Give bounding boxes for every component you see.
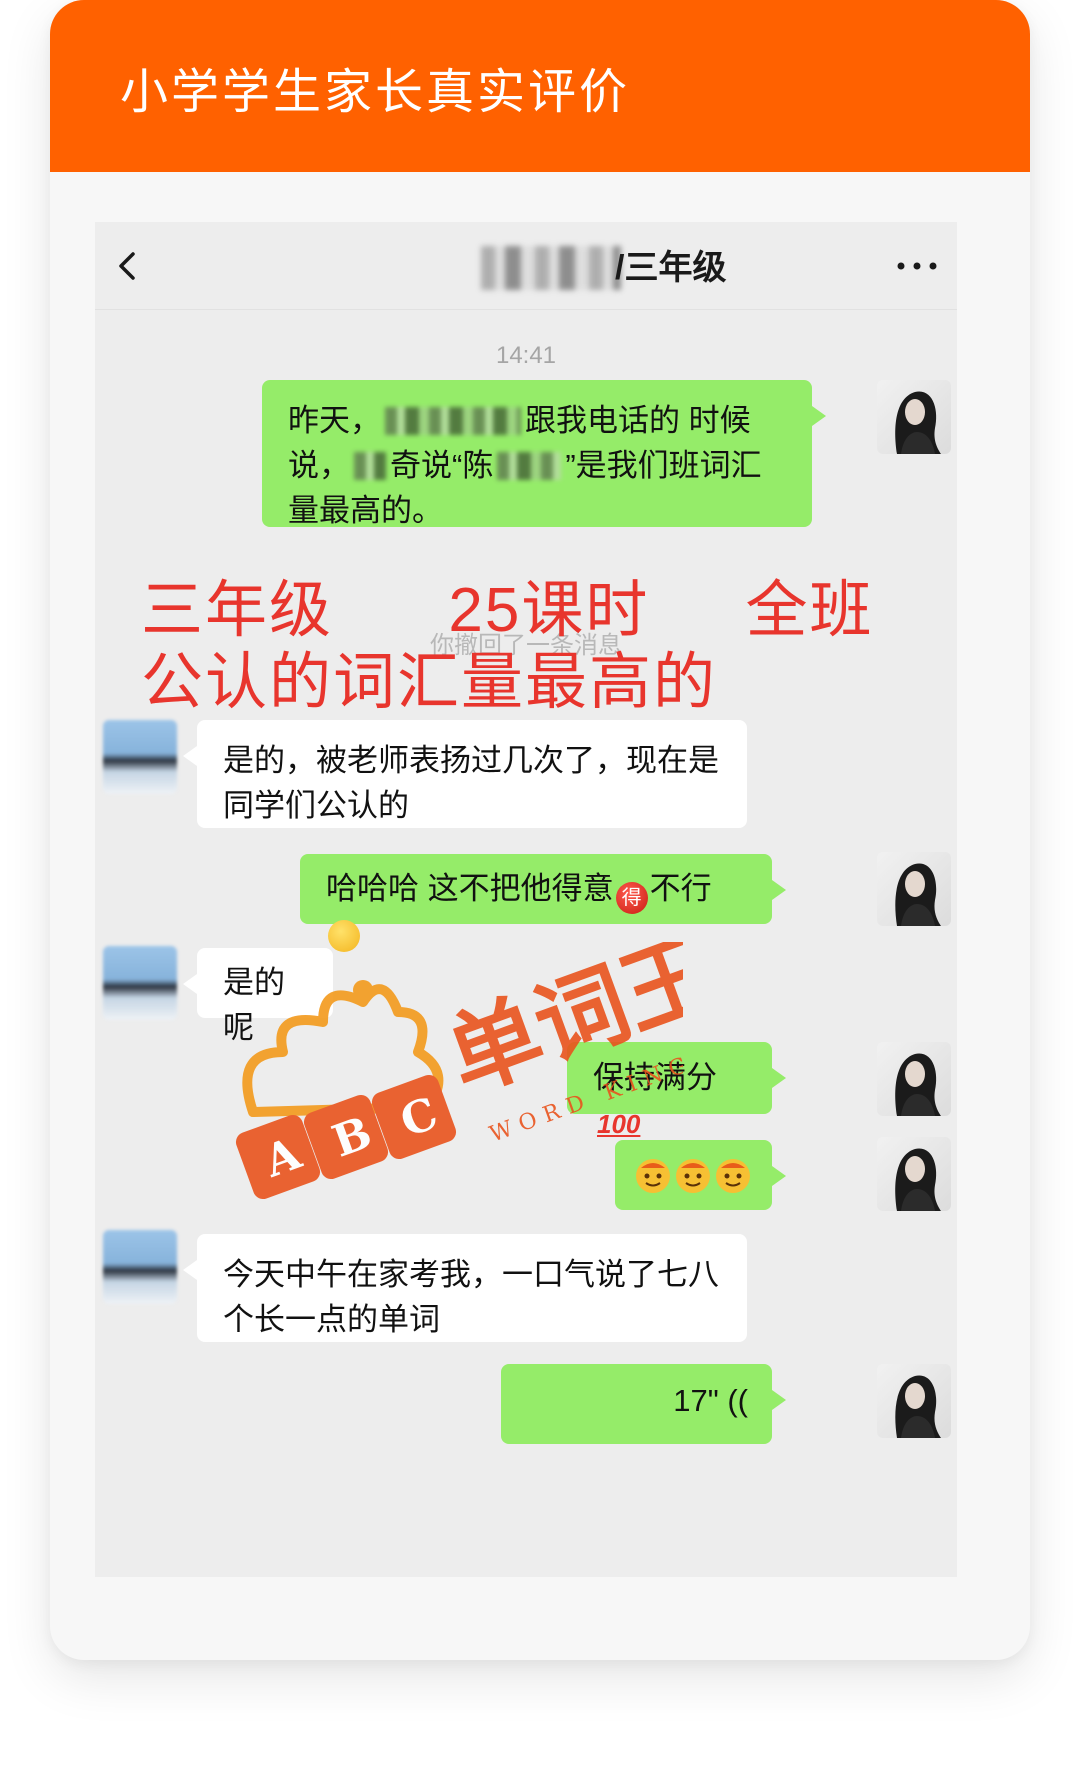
chat-timestamp: 14:41 bbox=[495, 342, 557, 369]
voice-message-bubble[interactable]: 17" (( bbox=[501, 1364, 786, 1444]
more-button[interactable] bbox=[887, 238, 947, 294]
blurred-text bbox=[354, 452, 386, 480]
chat-screenshot: /三年级 14:41 昨天， 跟我电话的 时候说， 奇说“陈 ”是我们班词汇量最高的。… bbox=[95, 222, 957, 1577]
avatar[interactable] bbox=[103, 720, 177, 794]
overlay-caption-line2: 公认的词汇量最高的 bbox=[141, 648, 718, 717]
blurred-text bbox=[497, 452, 562, 480]
more-dots-icon bbox=[897, 262, 937, 270]
chat-top-bar: /三年级 bbox=[95, 222, 957, 310]
chat-title: /三年级 bbox=[615, 249, 727, 287]
back-button[interactable] bbox=[103, 238, 159, 294]
avatar[interactable] bbox=[103, 1230, 177, 1304]
review-card: 小学学生家长真实评价 /三年级 14:41 昨天， 跟我电话的 时候说， 奇说“陈” bbox=[50, 0, 1030, 1660]
de-emoji-icon: 得 bbox=[615, 882, 648, 914]
avatar[interactable] bbox=[877, 1042, 951, 1116]
page-title: 小学学生家长真实评价 bbox=[120, 66, 631, 119]
voice-duration: 17" (( bbox=[673, 1383, 748, 1418]
abc-speech-bubbles-icon: A B C bbox=[235, 1074, 457, 1200]
chevron-left-icon bbox=[119, 252, 135, 280]
message-text: 昨天， bbox=[288, 403, 381, 438]
message-text: 哈哈哈 这不把他得意 bbox=[326, 871, 614, 906]
avatar[interactable] bbox=[877, 852, 951, 926]
message-bubble-self[interactable]: 哈哈哈 这不把他得意得不行 bbox=[300, 854, 786, 952]
word-king-logo: A B C 单词王 WORD KING bbox=[235, 942, 683, 1200]
overlay-caption-line1: 三年级 25课时 全班 bbox=[141, 576, 874, 645]
message-text: 是的，被老师表扬过几次了，现在是同学们公认的 bbox=[223, 743, 719, 823]
blurred-name bbox=[481, 246, 621, 290]
woman-portrait-icon bbox=[895, 391, 941, 454]
card-header: 小学学生家长真实评价 bbox=[50, 0, 1030, 172]
avatar[interactable] bbox=[877, 1364, 951, 1438]
message-text: 今天中午在家考我，一口气说了七八个长一点的单词 bbox=[223, 1257, 719, 1337]
avatar[interactable] bbox=[877, 1137, 951, 1211]
avatar[interactable] bbox=[103, 946, 177, 1020]
woman-portrait-icon bbox=[895, 1148, 941, 1211]
woman-portrait-icon bbox=[895, 1375, 941, 1438]
message-bubble-self[interactable]: 昨天， 跟我电话的 时候说， 奇说“陈 ”是我们班词汇量最高的。 bbox=[262, 380, 826, 528]
woman-portrait-icon bbox=[895, 863, 941, 926]
message-bubble-other[interactable]: 是的，被老师表扬过几次了，现在是同学们公认的 bbox=[183, 720, 747, 828]
message-text: 奇说“陈 bbox=[390, 448, 494, 483]
woman-portrait-icon bbox=[895, 1053, 941, 1116]
message-text: 不行 bbox=[649, 871, 712, 906]
avatar[interactable] bbox=[877, 380, 951, 454]
blurred-text bbox=[385, 407, 521, 435]
cheers-emoji-icon bbox=[716, 1159, 750, 1193]
